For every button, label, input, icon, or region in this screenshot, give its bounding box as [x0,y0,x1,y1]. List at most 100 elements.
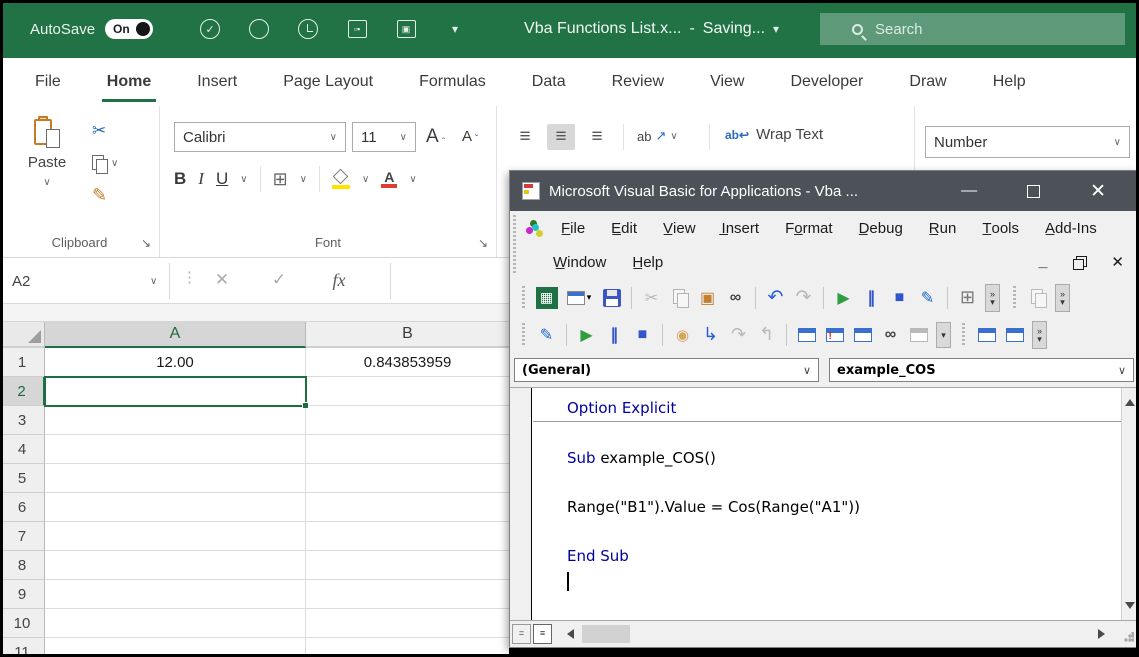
vertical-scrollbar[interactable] [1121,388,1138,620]
close-button[interactable]: ✕ [1090,180,1106,203]
grow-font-button[interactable]: Aˆ [426,126,445,148]
underline-chevron-icon[interactable]: ∨ [240,174,247,185]
customize-toolbar-chevron-icon[interactable]: ▾ [444,18,466,40]
design-mode-button[interactable]: ✎ [915,285,940,310]
cell-B8[interactable] [306,551,510,580]
toolbox-button[interactable]: ⊞ [955,285,980,310]
code-editor[interactable]: Option Explicit Sub example_COS() Range(… [533,388,1121,620]
procedure-dropdown[interactable]: example_COS ∨ [829,358,1134,382]
object-dropdown[interactable]: (General) ∨ [514,358,819,382]
cell-A2[interactable] [45,377,306,406]
paste-button[interactable]: Paste ∨ [16,116,78,224]
column-header-a[interactable]: A [45,322,306,348]
copy-button-vba[interactable] [667,285,692,310]
docked-copy-button[interactable] [1025,285,1050,310]
cell-A11[interactable] [45,638,306,655]
circle-icon[interactable] [248,18,270,40]
cell-A1[interactable]: 12.00 [45,348,306,377]
cell-A10[interactable] [45,609,306,638]
resize-grip[interactable] [1124,632,1134,642]
document-title[interactable]: Vba Functions List.x... - Saving... ▾ [524,20,779,38]
step-into-button[interactable]: ↳ [698,322,723,347]
tab-review[interactable]: Review [589,58,687,106]
row-header-5[interactable]: 5 [0,464,45,493]
row-header-8[interactable]: 8 [0,551,45,580]
step-over-button[interactable]: ↷ [726,322,751,347]
horizontal-scrollbar-thumb[interactable] [582,625,630,643]
search-box[interactable]: Search [820,13,1125,45]
row-header-3[interactable]: 3 [0,406,45,435]
find-button[interactable]: ∞ [723,285,748,310]
select-all-corner[interactable] [0,322,45,348]
code-pane[interactable]: Option Explicit Sub example_COS() Range(… [510,387,1138,620]
scroll-up-arrow-icon[interactable] [1125,394,1135,406]
format-painter-button[interactable]: ✎ [92,184,118,206]
row-header-4[interactable]: 4 [0,435,45,464]
toolbar-overflow-button[interactable]: »▾ [985,284,1000,312]
standard-toolbar-grip[interactable] [522,286,525,310]
tab-insert[interactable]: Insert [174,58,260,106]
scroll-right-arrow-icon[interactable] [1098,629,1110,639]
view-excel-button[interactable]: ▦ [534,285,559,310]
wrap-text-button[interactable]: ab↩ Wrap Text [725,126,823,143]
autosave-toggle[interactable]: On [105,19,153,39]
cell-B10[interactable] [306,609,510,638]
row-header-10[interactable]: 10 [0,609,45,638]
tab-formulas[interactable]: Formulas [396,58,509,106]
name-box-input[interactable] [12,273,132,290]
menu-help[interactable]: H̲elp [619,254,676,271]
bold-button[interactable]: B [174,169,186,189]
procedure-view-button[interactable]: = [512,624,531,644]
tab-draw[interactable]: Draw [886,58,969,106]
cell-A4[interactable] [45,435,306,464]
cell-B6[interactable] [306,493,510,522]
fill-color-button[interactable] [332,169,350,189]
cell-A9[interactable] [45,580,306,609]
align-middle-button[interactable]: ≡ [547,124,575,150]
cell-A8[interactable] [45,551,306,580]
name-box-chevron-icon[interactable]: ∨ [150,276,157,287]
align-top-button[interactable]: ≡ [511,124,539,150]
docked-toolbar-grip[interactable] [1013,286,1016,310]
tab-page-layout[interactable]: Page Layout [260,58,396,106]
scroll-left-arrow-icon[interactable] [562,629,574,639]
cell-B2[interactable] [306,377,510,406]
borders-chevron-icon[interactable]: ∨ [300,174,307,185]
notebook-icon[interactable]: ▣ [395,18,417,40]
font-color-button[interactable]: A [381,171,397,188]
save-button[interactable] [599,285,624,310]
row-header-6[interactable]: 6 [0,493,45,522]
undo-button[interactable]: ↶ [763,285,788,310]
reset-button[interactable]: ■ [887,285,912,310]
cut-button-vba[interactable]: ✂ [639,285,664,310]
copy-button[interactable]: ∨ [92,152,118,174]
locals-window-button[interactable] [794,322,819,347]
font-color-chevron-icon[interactable]: ∨ [409,174,416,185]
immediate-window-button[interactable] [822,322,847,347]
tab-developer[interactable]: Developer [767,58,886,106]
doc-minimize-button[interactable]: _ [1039,253,1048,271]
insert-function-button[interactable]: fx [322,266,356,294]
cell-B1[interactable]: 0.843853959 [306,348,510,377]
toggle-breakpoint-button[interactable]: ◉ [670,322,695,347]
orientation-button[interactable]: ab↗∨ [637,128,678,144]
redo-button[interactable]: ↷ [791,285,816,310]
extra-toolbar-grip[interactable] [962,323,965,347]
run-button-2[interactable]: ▶ [574,322,599,347]
docked-toolbar-overflow-button[interactable]: »▾ [1055,284,1070,312]
properties-window-button[interactable] [1002,322,1027,347]
number-format-combo[interactable]: Number ∨ [925,126,1130,158]
paste-button-vba[interactable]: ▣ [695,285,720,310]
row-header-1[interactable]: 1 [0,348,45,377]
cut-button[interactable]: ✂ [92,120,118,142]
design-mode-button-2[interactable]: ✎ [534,322,559,347]
insert-userform-button[interactable]: ▾ [562,285,596,310]
font-size-combo[interactable]: 11 ∨ [352,122,416,152]
run-macro-button[interactable]: ▶ [831,285,856,310]
name-box[interactable]: ∨ [0,263,170,299]
checkmark-circle-icon[interactable]: ✓ [199,18,221,40]
cell-A7[interactable] [45,522,306,551]
code-margin-indicator-bar[interactable] [510,388,532,620]
menu-window[interactable]: W̲indow [540,254,619,271]
debug-toolbar-grip[interactable] [522,323,525,347]
